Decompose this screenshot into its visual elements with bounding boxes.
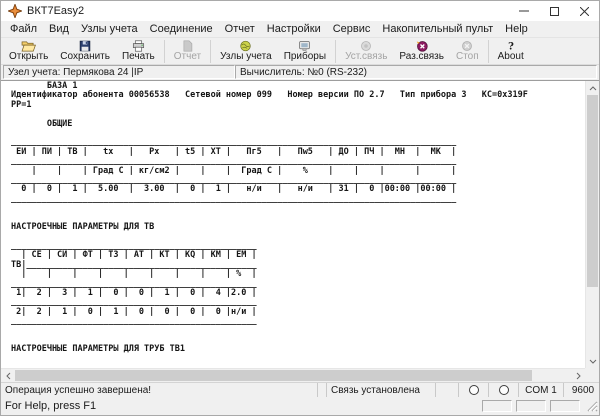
rx-led-indicator-icon xyxy=(468,385,479,395)
menu-file[interactable]: Файл xyxy=(4,22,43,36)
menu-view[interactable]: Вид xyxy=(43,22,75,36)
menu-settings[interactable]: Настройки xyxy=(261,22,327,36)
scroll-down-arrow-icon[interactable] xyxy=(586,354,599,368)
scrollbar-corner xyxy=(585,368,599,382)
report-button-label: Отчет xyxy=(173,51,202,62)
toolbar-separator xyxy=(487,40,489,63)
tx-led-indicator-icon xyxy=(498,385,509,395)
vertical-scrollbar[interactable] xyxy=(585,81,599,368)
statusbar-pane xyxy=(516,400,546,412)
menu-report[interactable]: Отчет xyxy=(219,22,261,36)
status-empty-panel xyxy=(318,383,327,397)
status-message: Операция успешно завершена! xyxy=(5,384,152,396)
info-bar: Узел учета: Пермякова 24 |IP Вычислитель… xyxy=(1,65,599,80)
horizontal-scrollbar[interactable] xyxy=(1,368,585,382)
statusbar-pane xyxy=(482,400,512,412)
toolbar: Открыть Сохранить Печать Отчет Узлы учет… xyxy=(1,37,599,65)
save-button[interactable]: Сохранить xyxy=(54,39,116,64)
menu-service[interactable]: Сервис xyxy=(327,22,377,36)
app-window: ВКТ7Easy2 Файл Вид Узлы учета Соединение… xyxy=(0,0,600,416)
help-bar: For Help, press F1 xyxy=(1,397,599,415)
open-button[interactable]: Открыть xyxy=(3,39,54,64)
app-icon xyxy=(7,3,23,19)
report-button: Отчет xyxy=(168,39,207,64)
scroll-up-arrow-icon[interactable] xyxy=(586,81,599,95)
document-view: БАЗА 1 Идентификатор абонента 00056538 С… xyxy=(1,80,599,382)
toolbar-separator xyxy=(335,40,337,63)
vertical-scroll-thumb[interactable] xyxy=(587,95,598,287)
window-title: ВКТ7Easy2 xyxy=(27,5,85,17)
open-button-label: Открыть xyxy=(9,51,49,62)
tx-led-panel xyxy=(489,383,519,397)
scroll-left-arrow-icon[interactable] xyxy=(1,369,15,382)
horizontal-scroll-track[interactable] xyxy=(15,369,571,382)
horizontal-scroll-thumb[interactable] xyxy=(15,370,533,381)
stop-button: Стоп xyxy=(450,39,485,64)
about-button-label: About xyxy=(497,51,524,62)
menu-storage-console[interactable]: Накопительный пульт xyxy=(376,22,499,36)
metering-nodes-button-label: Узлы учета xyxy=(220,51,272,62)
about-button[interactable]: ? About xyxy=(492,39,530,64)
connection-status-panel: Связь установлена xyxy=(327,383,436,397)
window-controls xyxy=(509,1,599,21)
status-spacer-panel xyxy=(436,383,459,397)
baud-rate-panel: 9600 xyxy=(564,383,600,397)
print-button-label: Печать xyxy=(121,51,155,62)
com-port: COM 1 xyxy=(525,384,557,396)
maximize-button[interactable] xyxy=(539,1,569,21)
statusbar-pane xyxy=(550,400,580,412)
connect-button: Уст.связь xyxy=(339,39,393,64)
print-button[interactable]: Печать xyxy=(116,39,161,64)
devices-button-label: Приборы xyxy=(283,51,327,62)
title-bar: ВКТ7Easy2 xyxy=(1,1,599,21)
svg-text:?: ? xyxy=(508,41,514,52)
metering-node-panel: Узел учета: Пермякова 24 |IP xyxy=(3,65,235,79)
document-text: БАЗА 1 Идентификатор абонента 00056538 С… xyxy=(11,81,528,368)
vertical-scroll-track[interactable] xyxy=(586,95,599,354)
status-message-panel: Операция успешно завершена! xyxy=(1,383,318,397)
resize-grip-icon[interactable] xyxy=(584,398,598,415)
connection-status: Связь установлена xyxy=(331,384,420,396)
menu-help[interactable]: Help xyxy=(499,22,534,36)
devices-button[interactable]: Приборы xyxy=(278,39,332,64)
rx-led-panel xyxy=(459,383,489,397)
status-bar: Операция успешно завершена! Связь устано… xyxy=(1,382,599,397)
menu-bar: Файл Вид Узлы учета Соединение Отчет Нас… xyxy=(1,21,599,37)
toolbar-separator xyxy=(210,40,212,63)
menu-metering-nodes[interactable]: Узлы учета xyxy=(75,22,144,36)
toolbar-separator xyxy=(163,40,165,63)
scroll-right-arrow-icon[interactable] xyxy=(571,369,585,382)
minimize-button[interactable] xyxy=(509,1,539,21)
close-button[interactable] xyxy=(569,1,599,21)
help-bar-panels xyxy=(482,398,598,415)
menu-connection[interactable]: Соединение xyxy=(144,22,219,36)
stop-button-label: Стоп xyxy=(455,51,479,62)
metering-nodes-button[interactable]: Узлы учета xyxy=(214,39,278,64)
disconnect-button-label: Раз.связь xyxy=(399,51,444,62)
help-text: For Help, press F1 xyxy=(5,400,97,412)
metering-node-text: Узел учета: Пермякова 24 |IP xyxy=(8,66,144,78)
com-port-panel: COM 1 xyxy=(519,383,564,397)
connect-button-label: Уст.связь xyxy=(345,51,388,62)
disconnect-button[interactable]: Раз.связь xyxy=(393,39,450,64)
baud-rate: 9600 xyxy=(571,384,595,396)
save-button-label: Сохранить xyxy=(60,51,110,62)
computer-text: Вычислитель: №0 (RS-232) xyxy=(240,66,368,78)
computer-panel: Вычислитель: №0 (RS-232) xyxy=(235,65,597,79)
